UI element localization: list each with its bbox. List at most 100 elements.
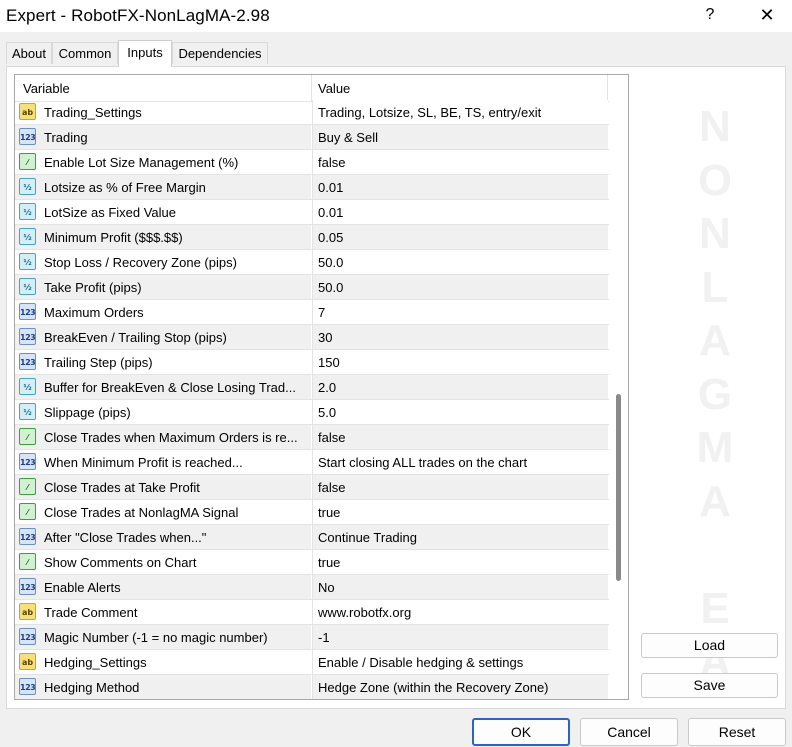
value-cell[interactable]: false bbox=[312, 150, 608, 174]
variable-cell[interactable]: ⁄ Close Trades when Maximum Orders is re.… bbox=[15, 425, 311, 449]
value-cell[interactable]: 0.05 bbox=[312, 225, 608, 249]
value-cell[interactable]: Buy & Sell bbox=[312, 125, 608, 149]
variable-cell[interactable]: ⁄ Enable Lot Size Management (%) bbox=[15, 150, 311, 174]
input-row[interactable]: ⁄ Close Trades at NonlagMA Signal true bbox=[15, 500, 609, 525]
variable-name: After "Close Trades when..." bbox=[44, 530, 207, 545]
value-cell[interactable]: Start closing ALL trades on the chart bbox=[312, 450, 608, 474]
input-row[interactable]: ½ Lotsize as % of Free Margin 0.01 bbox=[15, 175, 609, 200]
value-cell[interactable]: 50.0 bbox=[312, 275, 608, 299]
variable-cell[interactable]: ½ Slippage (pips) bbox=[15, 400, 311, 424]
input-row[interactable]: 123 BreakEven / Trailing Stop (pips) 30 bbox=[15, 325, 609, 350]
value-cell[interactable]: 2.0 bbox=[312, 375, 608, 399]
value-cell[interactable]: true bbox=[312, 550, 608, 574]
input-row[interactable]: 123 Trading Buy & Sell bbox=[15, 125, 609, 150]
variable-cell[interactable]: 123 When Minimum Profit is reached... bbox=[15, 450, 311, 474]
value-cell[interactable]: www.robotfx.org bbox=[312, 600, 608, 624]
tab-about[interactable]: About bbox=[6, 42, 52, 64]
column-header-variable[interactable]: Variable bbox=[23, 81, 70, 96]
input-row[interactable]: ab Trading_Settings Trading, Lotsize, SL, … bbox=[15, 100, 609, 125]
variable-cell[interactable]: ½ Buffer for BreakEven & Close Losing Tra… bbox=[15, 375, 311, 399]
input-row[interactable]: ⁄ Close Trades when Maximum Orders is re.… bbox=[15, 425, 609, 450]
watermark-letter: A bbox=[699, 476, 731, 526]
input-row[interactable]: 123 Magic Number (-1 = no magic number) -1 bbox=[15, 625, 609, 650]
watermark-letter: A bbox=[699, 316, 731, 365]
tab-dependencies[interactable]: Dependencies bbox=[172, 42, 268, 64]
variable-cell[interactable]: ½ LotSize as Fixed Value bbox=[15, 200, 311, 224]
input-row[interactable]: ½ Take Profit (pips) 50.0 bbox=[15, 275, 609, 300]
variable-cell[interactable]: 123 Trailing Step (pips) bbox=[15, 350, 311, 374]
cancel-button[interactable]: Cancel bbox=[580, 718, 678, 746]
value-cell[interactable]: Trading, Lotsize, SL, BE, TS, entry/exit bbox=[312, 100, 608, 124]
value-cell[interactable]: 0.01 bbox=[312, 200, 608, 224]
tab-common[interactable]: Common bbox=[52, 42, 118, 64]
variable-name: LotSize as Fixed Value bbox=[44, 205, 176, 220]
variable-cell[interactable]: ½ Stop Loss / Recovery Zone (pips) bbox=[15, 250, 311, 274]
input-row[interactable]: 123 Hedging Method Hedge Zone (within the … bbox=[15, 675, 609, 699]
variable-cell[interactable]: ⁄ Close Trades at NonlagMA Signal bbox=[15, 500, 311, 524]
variable-cell[interactable]: ½ Minimum Profit ($$$.$$) bbox=[15, 225, 311, 249]
tab-inputs[interactable]: Inputs bbox=[118, 40, 172, 67]
input-row[interactable]: ⁄ Close Trades at Take Profit false bbox=[15, 475, 609, 500]
variable-cell[interactable]: ½ Lotsize as % of Free Margin bbox=[15, 175, 311, 199]
input-row[interactable]: ab Hedging_Settings Enable / Disable hedgi… bbox=[15, 650, 609, 675]
input-row[interactable]: ⁄ Enable Lot Size Management (%) false bbox=[15, 150, 609, 175]
value-cell[interactable]: true bbox=[312, 500, 608, 524]
save-button[interactable]: Save bbox=[641, 673, 778, 698]
value-cell[interactable]: false bbox=[312, 475, 608, 499]
value-cell[interactable]: 7 bbox=[312, 300, 608, 324]
value-cell[interactable]: 50.0 bbox=[312, 250, 608, 274]
variable-value: 50.0 bbox=[318, 255, 344, 270]
input-row[interactable]: ½ Stop Loss / Recovery Zone (pips) 50.0 bbox=[15, 250, 609, 275]
load-button[interactable]: Load bbox=[641, 633, 778, 658]
watermark-letter bbox=[690, 528, 740, 582]
input-row[interactable]: 123 Enable Alerts No bbox=[15, 575, 609, 600]
variable-cell[interactable]: ab Trading_Settings bbox=[15, 100, 311, 124]
variable-cell[interactable]: 123 Enable Alerts bbox=[15, 575, 311, 599]
variable-cell[interactable]: 123 Magic Number (-1 = no magic number) bbox=[15, 625, 311, 649]
value-cell[interactable]: Enable / Disable hedging & settings bbox=[312, 650, 608, 674]
variable-name: Take Profit (pips) bbox=[44, 280, 142, 295]
input-row[interactable]: ½ LotSize as Fixed Value 0.01 bbox=[15, 200, 609, 225]
variable-cell[interactable]: ½ Take Profit (pips) bbox=[15, 275, 311, 299]
value-cell[interactable]: Continue Trading bbox=[312, 525, 608, 549]
variable-value: false bbox=[318, 430, 346, 445]
variable-cell[interactable]: ⁄ Close Trades at Take Profit bbox=[15, 475, 311, 499]
input-row[interactable]: ab Trade Comment www.robotfx.org bbox=[15, 600, 609, 625]
variable-cell[interactable]: 123 Trading bbox=[15, 125, 311, 149]
close-icon[interactable]: ✕ bbox=[756, 4, 778, 26]
variable-cell[interactable]: 123 Maximum Orders bbox=[15, 300, 311, 324]
double-type-icon: ½ bbox=[19, 228, 36, 245]
input-row[interactable]: ½ Minimum Profit ($$$.$$) 0.05 bbox=[15, 225, 609, 250]
input-row[interactable]: 123 After "Close Trades when..." Continue … bbox=[15, 525, 609, 550]
column-divider[interactable] bbox=[311, 75, 312, 101]
variable-cell[interactable]: 123 After "Close Trades when..." bbox=[15, 525, 311, 549]
variable-value: true bbox=[318, 555, 341, 570]
boolean-type-icon: ⁄ bbox=[19, 428, 36, 445]
input-row[interactable]: ½ Slippage (pips) 5.0 bbox=[15, 400, 609, 425]
variable-name: Close Trades at Take Profit bbox=[44, 480, 200, 495]
input-row[interactable]: 123 Maximum Orders 7 bbox=[15, 300, 609, 325]
value-cell[interactable]: 30 bbox=[312, 325, 608, 349]
variable-cell[interactable]: 123 Hedging Method bbox=[15, 675, 311, 699]
input-row[interactable]: ⁄ Show Comments on Chart true bbox=[15, 550, 609, 575]
help-icon[interactable]: ? bbox=[700, 4, 720, 26]
input-row[interactable]: 123 When Minimum Profit is reached... Star… bbox=[15, 450, 609, 475]
column-header-value[interactable]: Value bbox=[318, 81, 350, 96]
value-cell[interactable]: -1 bbox=[312, 625, 608, 649]
value-cell[interactable]: 0.01 bbox=[312, 175, 608, 199]
input-row[interactable]: 123 Trailing Step (pips) 150 bbox=[15, 350, 609, 375]
value-cell[interactable]: 5.0 bbox=[312, 400, 608, 424]
value-cell[interactable]: Hedge Zone (within the Recovery Zone) bbox=[312, 675, 608, 699]
reset-button[interactable]: Reset bbox=[688, 718, 786, 746]
vertical-scrollbar[interactable] bbox=[611, 75, 628, 699]
value-cell[interactable]: 150 bbox=[312, 350, 608, 374]
scrollbar-thumb[interactable] bbox=[616, 394, 621, 581]
value-cell[interactable]: No bbox=[312, 575, 608, 599]
variable-cell[interactable]: ⁄ Show Comments on Chart bbox=[15, 550, 311, 574]
variable-cell[interactable]: ab Trade Comment bbox=[15, 600, 311, 624]
value-cell[interactable]: false bbox=[312, 425, 608, 449]
ok-button[interactable]: OK bbox=[472, 718, 570, 746]
variable-cell[interactable]: ab Hedging_Settings bbox=[15, 650, 311, 674]
variable-cell[interactable]: 123 BreakEven / Trailing Stop (pips) bbox=[15, 325, 311, 349]
input-row[interactable]: ½ Buffer for BreakEven & Close Losing Tra… bbox=[15, 375, 609, 400]
